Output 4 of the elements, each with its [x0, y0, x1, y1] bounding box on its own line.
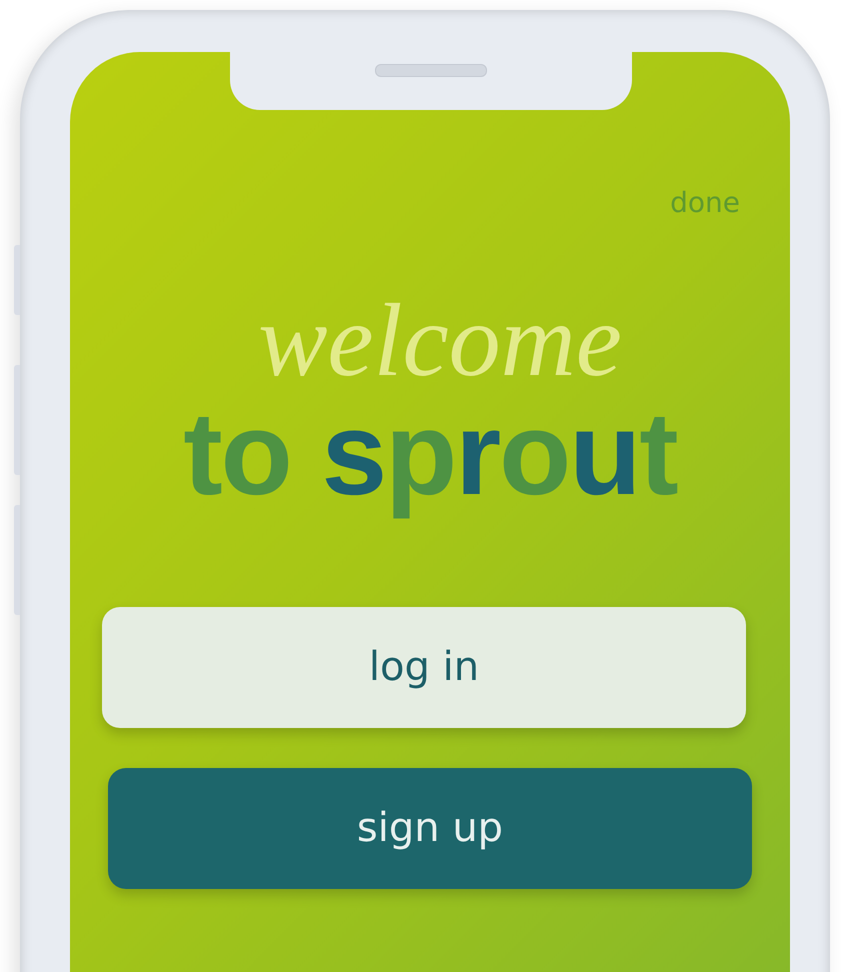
welcome-heading: welcome — [258, 289, 622, 393]
log-in-button[interactable]: log in — [102, 606, 746, 728]
app-title: to sprout — [183, 393, 677, 517]
sign-up-button[interactable]: sign up — [108, 768, 752, 889]
